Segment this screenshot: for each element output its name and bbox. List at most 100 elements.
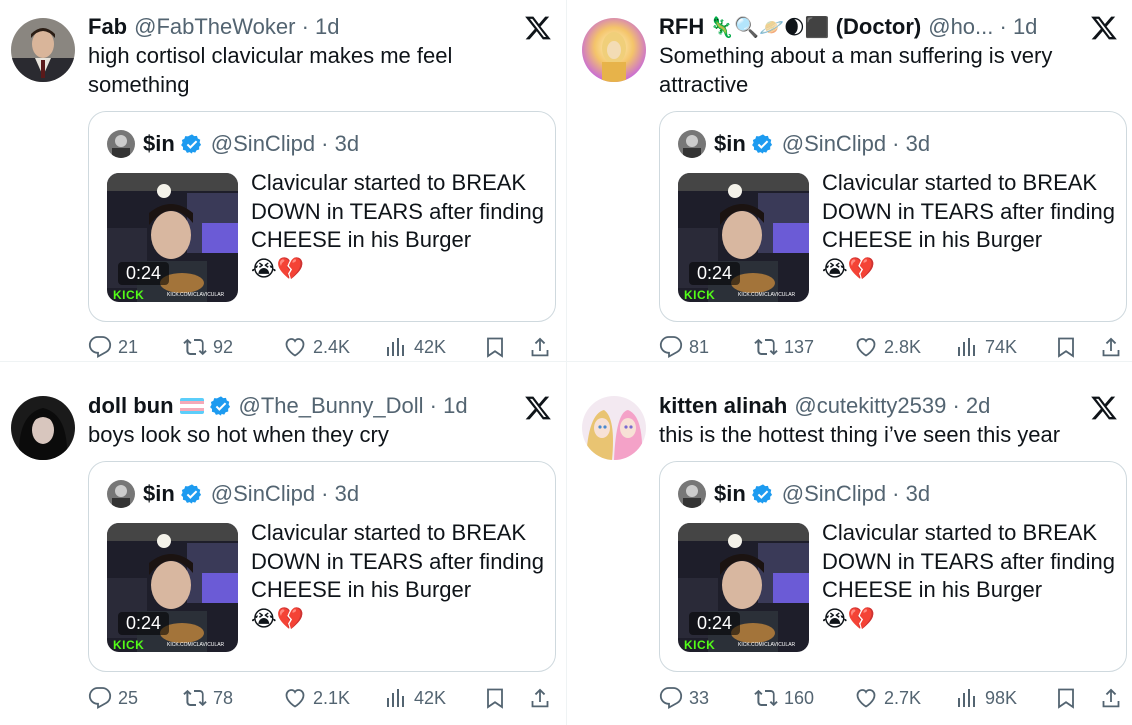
retweet-count: 160 [784,687,815,708]
heart-icon [856,338,876,357]
timestamp[interactable]: 1d [443,393,467,418]
user-handle[interactable]: @cutekitty2539 · 2d [794,393,990,419]
tweet-text: high cortisol clavicular makes me feel s… [88,43,453,97]
quoted-handle: @SinClipd · 3d [210,481,360,506]
retweet-button[interactable]: 137 [754,334,814,360]
reply-count: 33 [689,687,710,708]
share-button[interactable] [1099,334,1123,360]
quoted-tweet-header: $in @SinClipd · 3d [107,479,359,509]
retweet-count: 78 [213,687,234,708]
x-logo-icon [525,396,551,420]
video-duration: 0:24 [689,612,741,635]
share-button[interactable] [528,334,552,360]
display-name[interactable]: kitten alinah [659,393,787,419]
kick-logo: KICK [684,288,716,302]
verified-badge-icon [180,134,201,154]
tweet-actions: 21 92 2.4K 42K [88,334,549,360]
bookmark-button[interactable] [1054,334,1078,360]
retweet-icon [183,338,207,356]
quoted-avatar [678,130,706,158]
display-name[interactable]: RFH [659,14,704,40]
tweet-card[interactable]: kitten alinah @cutekitty2539 · 2d this i… [566,362,1132,725]
tweet-text: this is the hottest thing i’ve seen this… [659,422,1061,447]
retweet-icon [754,338,778,356]
quoted-tweet-header: $in @SinClipd · 3d [107,129,359,159]
like-button[interactable]: 2.4K [283,334,350,360]
like-count: 2.4K [313,336,351,357]
views-icon [958,689,975,707]
tweet-text: Something about a man suffering is very … [659,43,1053,97]
bookmark-icon [1058,688,1074,709]
like-button[interactable]: 2.1K [283,685,350,711]
retweet-button[interactable]: 92 [183,334,233,360]
avatar[interactable] [582,396,646,460]
tweet-header: doll bun @The_Bunny_Doll · 1d [88,391,546,421]
views-button[interactable]: 42K [384,334,446,360]
tweet-actions: 25 78 2.1K 42K [88,685,549,711]
video-thumbnail[interactable]: 0:24 KICK KICK.COM/CLAVICULAR [107,173,238,302]
bookmark-icon [1058,337,1074,358]
bookmark-button[interactable] [1054,685,1078,711]
like-button[interactable]: 2.8K [854,334,921,360]
user-handle[interactable]: @ho... · 1d [928,14,1037,40]
share-button[interactable] [528,685,552,711]
video-thumbnail[interactable]: 0:24 KICK KICK.COM/CLAVICULAR [678,523,809,652]
quoted-tweet[interactable]: $in @SinClipd · 3d 0:24 KICK KICK.COM/CL… [88,461,556,672]
avatar[interactable] [11,18,75,82]
share-button[interactable] [1099,685,1123,711]
reply-icon [88,336,112,359]
reply-button[interactable]: 21 [88,334,138,360]
x-logo-icon [1091,396,1117,420]
retweet-button[interactable]: 160 [754,685,814,711]
views-button[interactable]: 74K [955,334,1017,360]
reply-icon [88,687,112,710]
tweet-card[interactable]: Fab @FabTheWoker · 1d high cortisol clav… [0,0,566,362]
display-name[interactable]: doll bun [88,393,174,419]
reply-icon [659,687,683,710]
view-count: 42K [414,336,447,357]
verified-badge-icon [751,484,772,504]
quoted-display-name: $in [714,131,746,156]
video-duration: 0:24 [689,262,741,285]
quoted-tweet[interactable]: $in @SinClipd · 3d 0:24 KICK KICK.COM/CL… [659,461,1127,672]
video-thumbnail[interactable]: 0:24 KICK KICK.COM/CLAVICULAR [107,523,238,652]
view-count: 42K [414,687,447,708]
views-button[interactable]: 42K [384,685,446,711]
like-count: 2.1K [313,687,351,708]
quoted-tweet[interactable]: $in @SinClipd · 3d 0:24 KICK KICK.COM/CL… [88,111,556,322]
tweet-actions: 33 160 2.7K 98K [659,685,1120,711]
user-handle[interactable]: @FabTheWoker · 1d [134,14,339,40]
reply-button[interactable]: 33 [659,685,709,711]
like-button[interactable]: 2.7K [854,685,921,711]
video-duration: 0:24 [118,262,170,285]
share-icon [1102,688,1120,708]
views-button[interactable]: 98K [955,685,1017,711]
trans-flag-icon [179,398,204,414]
x-logo-icon [1091,16,1117,40]
display-name[interactable]: Fab [88,14,127,40]
quoted-tweet-text: Clavicular started to BREAK DOWN in TEAR… [822,170,1116,281]
retweet-button[interactable]: 78 [183,685,233,711]
reply-button[interactable]: 81 [659,334,709,360]
heart-icon [285,338,305,357]
timestamp[interactable]: 1d [315,14,339,39]
kick-logo: KICK [113,288,145,302]
tweet-header: kitten alinah @cutekitty2539 · 2d [659,391,1112,421]
reply-icon [659,336,683,359]
tweet-card[interactable]: RFH 🦎🔍🪐🌒⬛ (Doctor) @ho... · 1d Something… [566,0,1132,362]
bookmark-button[interactable] [483,334,507,360]
video-thumbnail[interactable]: 0:24 KICK KICK.COM/CLAVICULAR [678,173,809,302]
tweet-text: boys look so hot when they cry [88,422,389,447]
bookmark-button[interactable] [483,685,507,711]
avatar[interactable] [11,396,75,460]
user-handle[interactable]: @The_Bunny_Doll · 1d [239,393,468,419]
timestamp[interactable]: 1d [1013,14,1037,39]
avatar[interactable] [582,18,646,82]
quoted-tweet[interactable]: $in @SinClipd · 3d 0:24 KICK KICK.COM/CL… [659,111,1127,322]
tweet-card[interactable]: doll bun @The_Bunny_Doll · 1d boys look … [0,362,566,725]
verified-badge-icon [209,396,230,416]
reply-count: 81 [689,336,710,357]
reply-button[interactable]: 25 [88,685,138,711]
timestamp[interactable]: 2d [966,393,990,418]
share-icon [1102,337,1120,357]
